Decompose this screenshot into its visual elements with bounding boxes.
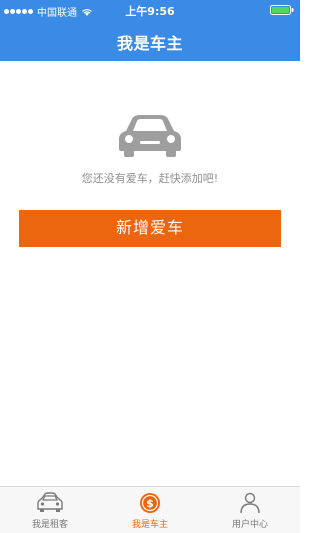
- header-bar: 中国联通 上午9:56 我是车主: [0, 0, 300, 61]
- car-icon: [119, 115, 181, 157]
- tab-bar: 我是租客 $ 我是车主 用户中心: [0, 486, 300, 533]
- tab-label-owner: 我是车主: [131, 520, 168, 530]
- empty-state-message: 您还没有爱车，赶快添加吧!: [81, 172, 219, 185]
- add-car-button[interactable]: 新增爱车: [19, 210, 281, 247]
- page-title: 我是车主: [116, 34, 183, 53]
- car-outline-icon: [37, 492, 63, 512]
- tab-label-renter: 我是租客: [31, 520, 68, 530]
- user-icon: [240, 492, 260, 514]
- tab-owner[interactable]: $ 我是车主: [100, 487, 200, 533]
- battery-icon: [270, 5, 294, 15]
- tab-renter[interactable]: 我是租客: [0, 487, 100, 533]
- status-time: 上午9:56: [125, 5, 175, 18]
- status-bar: 中国联通 上午9:56: [0, 0, 300, 20]
- dollar-coin-icon: $: [140, 493, 160, 513]
- tab-user-center[interactable]: 用户中心: [200, 487, 300, 533]
- svg-text:$: $: [146, 497, 154, 510]
- tab-label-user-center: 用户中心: [231, 520, 268, 530]
